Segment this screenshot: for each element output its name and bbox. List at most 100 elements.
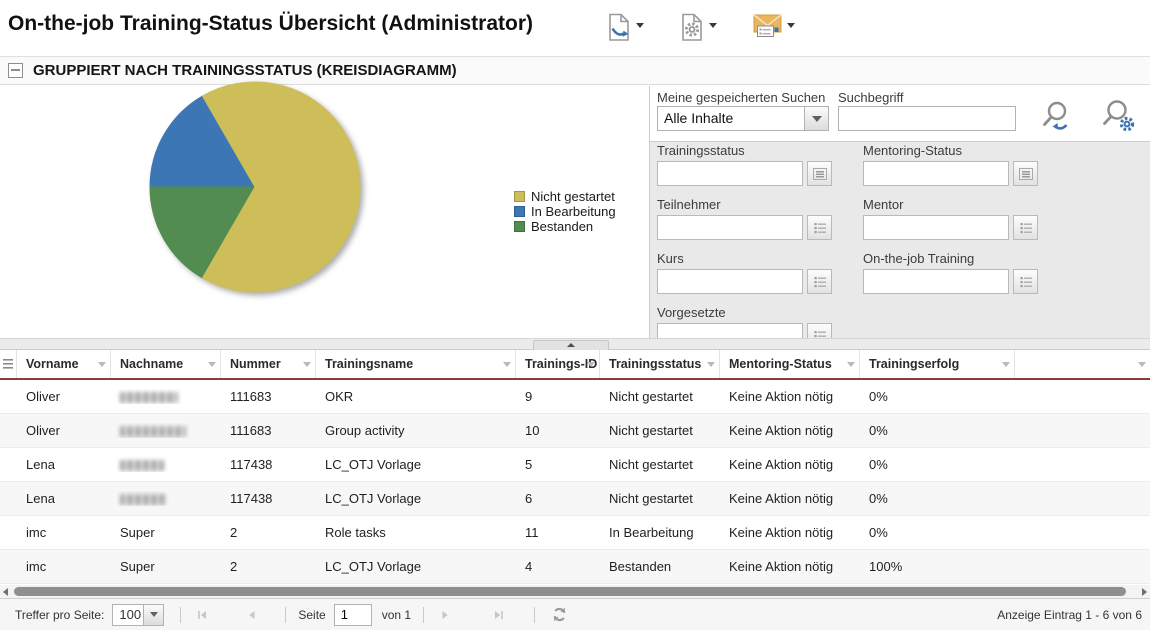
filter-input-teilnehmer[interactable]	[657, 215, 803, 240]
filter-field-teilnehmer: Teilnehmer	[657, 197, 863, 240]
cell-vorname: Lena	[17, 491, 111, 506]
cell-trainings-id: 5	[516, 457, 600, 472]
column-label: Vorname	[26, 357, 79, 371]
column-header-trainings-id[interactable]: Trainings-ID	[516, 350, 600, 378]
page-input[interactable]	[334, 604, 372, 626]
filter-input-mentoring-status[interactable]	[863, 161, 1009, 186]
mail-button[interactable]	[752, 13, 795, 43]
column-filter-nachname-icon[interactable]	[208, 362, 216, 367]
filter-input-trainingsstatus[interactable]	[657, 161, 803, 186]
cell-trainingsname: LC_OTJ Vorlage	[316, 457, 516, 472]
saved-search-row: Meine gespeicherten Suchen Alle Inhalte …	[650, 86, 1150, 142]
report-button[interactable]	[679, 13, 717, 43]
search-term-input[interactable]	[838, 106, 1016, 131]
pagination-bar: Treffer pro Seite: 100 Seite von 1	[0, 598, 1150, 630]
filter-field-kurs: Kurs	[657, 251, 863, 294]
refresh-icon	[551, 606, 568, 623]
filter-field-trainingsstatus: Trainingsstatus	[657, 143, 863, 186]
filter-picker-teilnehmer[interactable]	[807, 215, 832, 240]
filter-label-vorgesetzte: Vorgesetzte	[657, 305, 863, 320]
table-menu-cell[interactable]	[0, 350, 17, 378]
filter-picker-mentor[interactable]	[1013, 215, 1038, 240]
search-settings-button[interactable]	[1100, 98, 1138, 136]
cell-trainingsstatus: Bestanden	[600, 559, 720, 574]
cell-nachname	[111, 389, 221, 404]
column-filter-trainings-id-icon[interactable]	[587, 362, 595, 367]
column-label: Trainingserfolg	[869, 357, 959, 371]
table-row[interactable]: imcSuper2LC_OTJ Vorlage4BestandenKeine A…	[0, 550, 1150, 584]
chevron-down-icon[interactable]	[143, 605, 163, 625]
last-page-button[interactable]	[492, 608, 506, 622]
saved-searches-select[interactable]: Alle Inhalte	[657, 106, 829, 131]
filter-picker-kurs[interactable]	[807, 269, 832, 294]
column-label: Mentoring-Status	[729, 357, 832, 371]
table-row[interactable]: Oliver111683OKR9Nicht gestartetKeine Akt…	[0, 380, 1150, 414]
collapse-section-icon[interactable]	[8, 63, 23, 78]
column-filter-trainingsstatus-icon[interactable]	[707, 362, 715, 367]
cell-trainingsstatus: Nicht gestartet	[600, 389, 720, 404]
cell-trainingsstatus: Nicht gestartet	[600, 457, 720, 472]
filter-input-kurs[interactable]	[657, 269, 803, 294]
per-page-value: 100	[113, 605, 143, 625]
table-row[interactable]: Oliver111683Group activity10Nicht gestar…	[0, 414, 1150, 448]
next-page-button[interactable]	[438, 608, 452, 622]
scroll-left-icon[interactable]	[3, 588, 8, 596]
search-button[interactable]	[1038, 98, 1076, 136]
column-filter-mentoring-status-icon[interactable]	[847, 362, 855, 367]
scrollbar-thumb[interactable]	[14, 587, 1126, 596]
search-reset-icon	[1038, 124, 1076, 139]
cell-trainingserfolg: 0%	[860, 423, 1015, 438]
filter-picker-on-the-job-training[interactable]	[1013, 269, 1038, 294]
legend-chip	[514, 206, 525, 217]
column-header-trainingserfolg[interactable]: Trainingserfolg	[860, 350, 1015, 378]
chevron-down-icon[interactable]	[804, 107, 828, 130]
cell-trainingsname: Group activity	[316, 423, 516, 438]
horizontal-scrollbar[interactable]	[0, 585, 1150, 598]
cell-trainings-id: 9	[516, 389, 600, 404]
column-header-trainingsstatus[interactable]: Trainingsstatus	[600, 350, 720, 378]
column-label: Trainingsstatus	[609, 357, 701, 371]
column-filter-vorname-icon[interactable]	[98, 362, 106, 367]
panel-splitter[interactable]	[0, 338, 1150, 350]
cell-mentoring-status: Keine Aktion nötig	[720, 491, 860, 506]
search-panel: Meine gespeicherten Suchen Alle Inhalte …	[649, 86, 1150, 338]
cell-trainingserfolg: 0%	[860, 457, 1015, 472]
column-header-extra[interactable]	[1015, 350, 1150, 378]
cell-nummer: 2	[221, 525, 316, 540]
column-header-nachname[interactable]: Nachname	[111, 350, 221, 378]
filter-picker-mentoring-status[interactable]	[1013, 161, 1038, 186]
scroll-right-icon[interactable]	[1142, 588, 1147, 596]
cell-nachname: Super	[111, 525, 221, 540]
first-page-button[interactable]	[195, 608, 209, 622]
column-filter-extra-icon[interactable]	[1138, 362, 1146, 367]
previous-page-button[interactable]	[245, 608, 259, 622]
filter-input-on-the-job-training[interactable]	[863, 269, 1009, 294]
cell-trainingsname: LC_OTJ Vorlage	[316, 559, 516, 574]
redacted-text	[120, 460, 164, 471]
filter-input-mentor[interactable]	[863, 215, 1009, 240]
column-header-mentoring-status[interactable]: Mentoring-Status	[720, 350, 860, 378]
column-filter-trainingsname-icon[interactable]	[503, 362, 511, 367]
first-page-icon	[195, 608, 209, 622]
chevron-down-icon	[787, 23, 795, 28]
bullet-list-icon	[812, 220, 828, 236]
cell-trainingserfolg: 0%	[860, 525, 1015, 540]
per-page-select[interactable]: 100	[112, 604, 164, 626]
column-filter-nummer-icon[interactable]	[303, 362, 311, 367]
cell-nummer: 117438	[221, 457, 316, 472]
filter-picker-trainingsstatus[interactable]	[807, 161, 832, 186]
table-row[interactable]: Lena117438LC_OTJ Vorlage5Nicht gestartet…	[0, 448, 1150, 482]
app-root: On-the-job Training-Status Übersicht (Ad…	[0, 0, 1150, 630]
page-title: On-the-job Training-Status Übersicht (Ad…	[8, 12, 533, 36]
export-button[interactable]	[606, 13, 644, 43]
cell-vorname: Oliver	[17, 423, 111, 438]
column-header-nummer[interactable]: Nummer	[221, 350, 316, 378]
table-row[interactable]: Lena117438LC_OTJ Vorlage6Nicht gestartet…	[0, 482, 1150, 516]
table-row[interactable]: imcSuper2Role tasks11In BearbeitungKeine…	[0, 516, 1150, 550]
column-header-trainingsname[interactable]: Trainingsname	[316, 350, 516, 378]
legend-chip	[514, 221, 525, 232]
column-filter-trainingserfolg-icon[interactable]	[1002, 362, 1010, 367]
column-header-vorname[interactable]: Vorname	[17, 350, 111, 378]
refresh-button[interactable]	[551, 606, 568, 623]
filter-label-kurs: Kurs	[657, 251, 863, 266]
